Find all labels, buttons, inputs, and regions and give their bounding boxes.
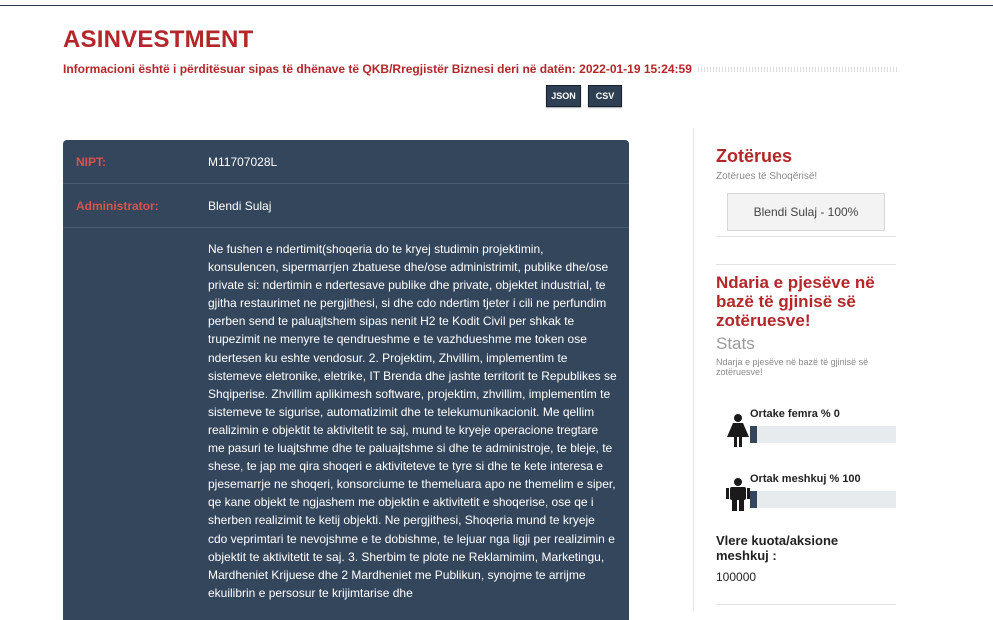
gender-split-subtitle: Ndarja e pjesëve në bazë të gjinisë së z… [716,357,869,377]
activity-description: Ne fushen e ndertimit(shoqeria do te kry… [208,242,617,600]
nipt-row: NIPT: M11707028L [63,140,629,184]
top-divider [0,5,993,6]
administrator-label: Administrator: [76,199,159,213]
female-share-bar [750,426,896,443]
owners-title: Zotërues [716,146,793,166]
nipt-value: M11707028L [208,155,278,169]
female-share-fill [750,426,757,443]
male-share-label: Ortak meshkuj % 100 [750,473,861,485]
company-info-panel: NIPT: M11707028L Administrator: Blendi S… [63,140,629,620]
activity-row: Ne fushen e ndertimit(shoqeria do te kry… [63,240,629,602]
stats-label: Stats [716,334,755,353]
owner-item[interactable]: Blendi Sulaj - 100% [727,193,885,231]
divider [716,264,896,265]
csv-download-button[interactable]: CSV [588,85,622,107]
sidebar-divider [693,128,694,610]
male-quota-label: Vlere kuota/aksione meshkuj : [716,533,839,563]
owners-subtitle: Zotërues të Shoqërisë! [716,171,818,182]
male-share-bar [750,491,896,508]
female-share-label: Ortake femra % 0 [750,408,840,420]
administrator-row: Administrator: Blendi Sulaj [63,184,629,228]
divider [716,236,896,237]
decorative-stripe [697,66,897,72]
gender-split-title: Ndaria e pjesëve në bazë të gjinisë së z… [716,273,875,330]
male-quota-value: 100000 [716,570,757,584]
company-title: ASINVESTMENT [63,26,254,53]
administrator-value: Blendi Sulaj [208,199,272,213]
update-info: Informacioni është i përditësuar sipas t… [63,62,897,76]
divider [716,604,896,605]
male-person-icon [726,478,750,511]
update-note: Informacioni është i përditësuar sipas t… [63,62,692,76]
nipt-label: NIPT: [76,155,106,169]
female-person-icon [727,414,749,447]
json-download-button[interactable]: JSON [546,85,581,107]
male-share-fill [750,491,757,508]
